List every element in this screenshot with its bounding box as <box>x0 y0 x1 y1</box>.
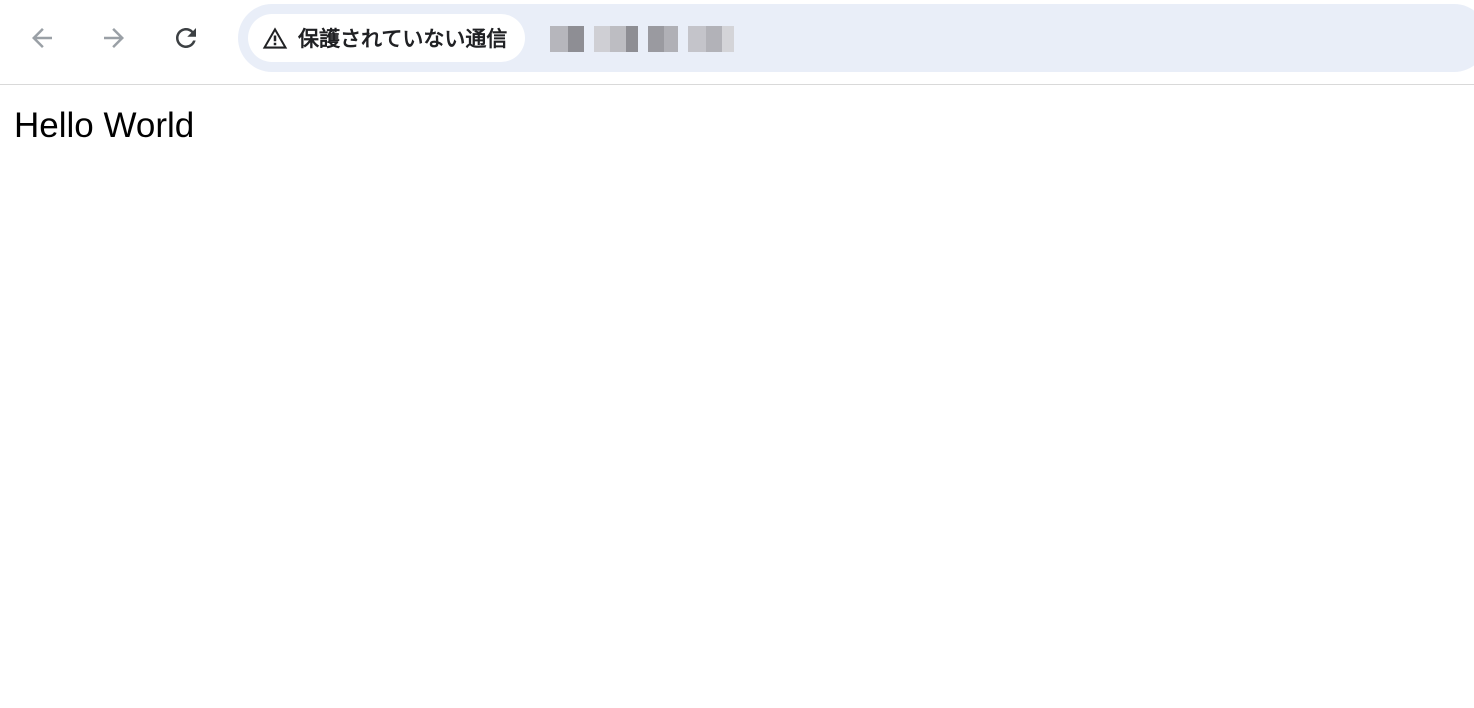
arrow-right-icon <box>104 28 124 48</box>
url-text-obscured[interactable] <box>550 26 734 52</box>
page-content: Hello World <box>14 104 194 148</box>
reload-button[interactable] <box>166 18 206 58</box>
security-label: 保護されていない通信 <box>298 27 508 51</box>
page-text: Hello World <box>14 106 195 145</box>
forward-button[interactable] <box>94 18 134 58</box>
browser-toolbar: 保護されていない通信 <box>0 0 1474 85</box>
reload-icon <box>176 28 196 48</box>
security-indicator[interactable]: 保護されていない通信 <box>248 14 526 62</box>
address-bar[interactable]: 保護されていない通信 <box>238 4 1474 72</box>
arrow-left-icon <box>32 28 52 48</box>
warning-triangle-icon <box>262 27 288 49</box>
back-button[interactable] <box>22 18 62 58</box>
